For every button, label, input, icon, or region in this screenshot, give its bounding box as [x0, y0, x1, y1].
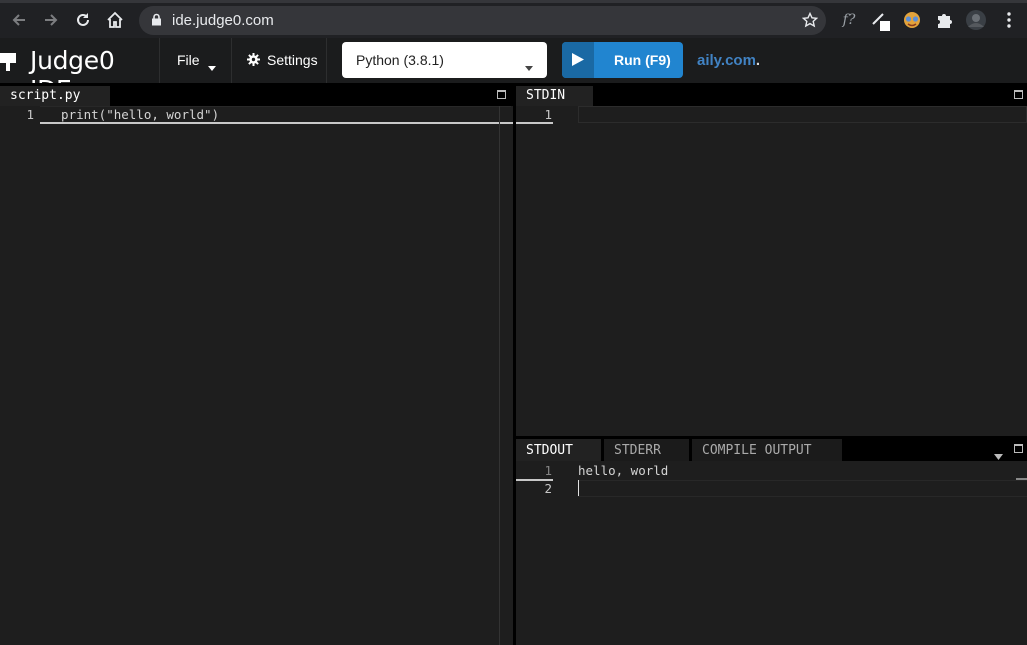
file-menu[interactable]: File: [161, 38, 232, 83]
maximize-icon[interactable]: [1014, 444, 1023, 453]
tab-label: STDERR: [614, 443, 661, 458]
ad-link-text: aily.com: [697, 52, 756, 69]
line-number: 1: [544, 463, 552, 478]
current-line-underline: [516, 122, 553, 124]
logo[interactable]: Judge0 IDE: [0, 38, 160, 104]
run-icon-area: [562, 42, 594, 78]
settings-label: Settings: [267, 52, 318, 68]
reload-icon[interactable]: [70, 7, 96, 33]
face-extension-icon[interactable]: [901, 9, 923, 31]
maximize-icon[interactable]: [1014, 90, 1023, 99]
forward-arrow-icon[interactable]: [38, 7, 64, 33]
current-line-highlight: [578, 480, 1027, 497]
code-line[interactable]: print("hello, world"): [46, 107, 219, 122]
tab-label: STDIN: [526, 88, 566, 103]
gear-icon: [247, 53, 260, 69]
settings-menu[interactable]: Settings: [233, 38, 327, 83]
source-editor-panel: script.py 1 print("hello, world"): [0, 86, 513, 645]
puzzle-extension-icon[interactable]: [933, 9, 955, 31]
output-panel: STDOUT STDERR COMPILE OUTPUT 1 hello, wo…: [516, 439, 1027, 645]
line-number: 1: [544, 107, 552, 122]
profile-avatar-icon[interactable]: [965, 9, 987, 31]
tab-stdout[interactable]: STDOUT: [516, 439, 601, 461]
tab-label: STDOUT: [526, 443, 573, 458]
kebab-menu-icon[interactable]: [998, 9, 1020, 31]
lock-icon[interactable]: [151, 13, 162, 31]
pen-extension-icon[interactable]: [869, 9, 891, 31]
bookmark-star-icon[interactable]: [801, 11, 819, 33]
url-text: ide.judge0.com: [172, 12, 274, 29]
line-number: 1: [26, 107, 34, 122]
stdout-line: hello, world: [578, 463, 669, 478]
address-bar[interactable]: ide.judge0.com: [139, 6, 826, 35]
ad-link[interactable]: aily.com.: [697, 52, 760, 69]
back-arrow-icon[interactable]: [6, 7, 32, 33]
tab-compile-output[interactable]: COMPILE OUTPUT: [692, 439, 842, 461]
file-menu-label: File: [177, 52, 200, 68]
text-cursor: [578, 480, 579, 496]
tab-script-py[interactable]: script.py: [0, 86, 110, 106]
browser-toolbar: ide.judge0.com f?: [0, 0, 1027, 38]
tab-stderr[interactable]: STDERR: [604, 439, 689, 461]
tab-stdin[interactable]: STDIN: [516, 86, 593, 106]
home-icon[interactable]: [102, 7, 128, 33]
maximize-icon[interactable]: [497, 90, 506, 99]
run-button-label: Run (F9): [614, 52, 671, 68]
output-tabstrip: STDOUT STDERR COMPILE OUTPUT: [516, 439, 1027, 461]
output-scroll-marker: [1016, 478, 1027, 480]
dropdown-caret-icon[interactable]: [994, 447, 1003, 465]
ad-link-suffix: .: [755, 52, 761, 69]
play-icon: [572, 53, 584, 69]
current-line-highlight: [578, 106, 1027, 123]
line-number: 2: [544, 481, 552, 496]
language-value: Python (3.8.1): [356, 52, 444, 68]
stdin-panel: STDIN 1: [516, 86, 1027, 436]
dropdown-caret-icon: [208, 58, 216, 74]
current-line-underline: [40, 122, 513, 124]
stdin-tabstrip: STDIN: [516, 86, 1027, 106]
run-button[interactable]: Run (F9): [562, 42, 683, 78]
language-select[interactable]: Python (3.8.1): [342, 42, 547, 78]
chevron-down-icon: [525, 58, 533, 74]
gavel-icon: [0, 49, 24, 78]
editor-scrollbar[interactable]: [499, 106, 500, 645]
tab-label: COMPILE OUTPUT: [702, 443, 812, 458]
tab-label: script.py: [10, 88, 81, 103]
function-extension-icon[interactable]: f?: [838, 9, 860, 31]
app-navbar: Judge0 IDE File Settings Python (3.8.1) …: [0, 38, 1027, 104]
editor-tabstrip: script.py: [0, 86, 513, 106]
